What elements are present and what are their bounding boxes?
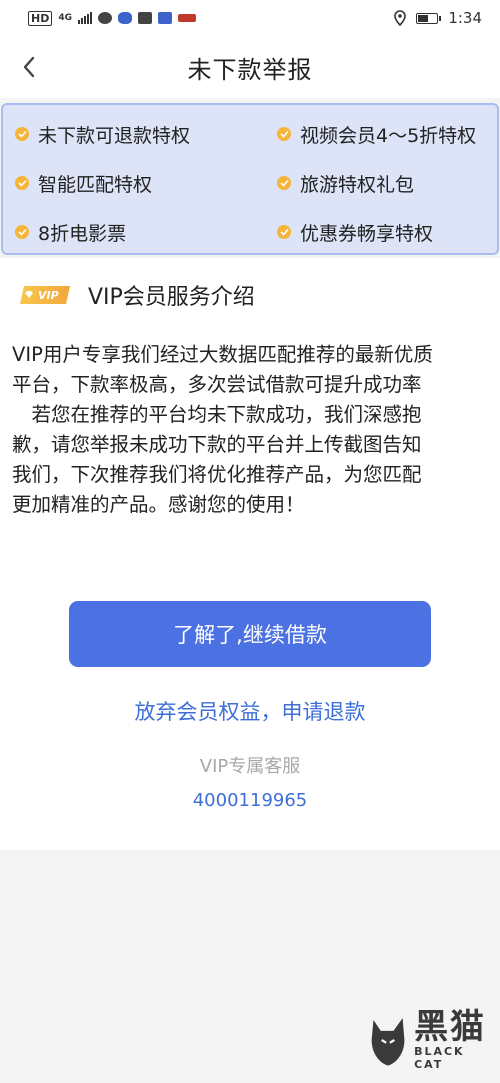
perks-panel: 未下款可退款特权 视频会员4～5折特权 智能匹配特权 旅游特权礼包 8折电影票 … <box>1 103 499 255</box>
vip-intro-card: VIP VIP会员服务介绍 VIP用户专享我们经过大数据匹配推荐的最新优质 平台… <box>0 258 500 850</box>
perk-label: 优惠券畅享特权 <box>300 222 434 245</box>
perk-item: 旅游特权礼包 <box>277 166 414 200</box>
perk-label: 智能匹配特权 <box>38 173 153 196</box>
perk-item: 未下款可退款特权 <box>15 117 190 151</box>
location-icon <box>394 10 407 26</box>
intro-line: 更加精准的产品。感谢您的使用！ <box>12 493 305 516</box>
signal-bars-icon <box>78 12 92 24</box>
section-title: VIP会员服务介绍 <box>88 285 255 310</box>
check-icon <box>15 176 29 190</box>
perk-label: 8折电影票 <box>38 222 127 245</box>
hd-indicator: HD <box>28 10 53 26</box>
check-icon <box>15 127 29 141</box>
customer-service-label: VIP专属客服 <box>199 756 301 777</box>
watermark-cn: 黑猫 <box>414 1007 487 1047</box>
intro-line: 若您在推荐的平台均未下款成功，我们深感抱 <box>12 403 422 426</box>
chevron-left-icon <box>23 56 35 78</box>
perk-item: 优惠券畅享特权 <box>277 215 433 249</box>
logo-notification-icon <box>178 14 196 22</box>
watermark-en: BLACK CAT <box>414 1045 465 1071</box>
status-left: HD 4G <box>28 10 196 26</box>
network-type: 4G <box>58 12 72 23</box>
clock: 1:34 <box>448 9 482 27</box>
svg-text:VIP: VIP <box>38 289 59 302</box>
intro-text: VIP用户专享我们经过大数据匹配推荐的最新优质 平台，下款率极高，多次尝试借款可… <box>12 340 490 520</box>
check-icon <box>277 176 291 190</box>
message-icon <box>98 12 112 24</box>
vip-badge-icon: VIP <box>20 286 70 304</box>
perk-label: 视频会员4～5折特权 <box>300 124 477 147</box>
perk-item: 8折电影票 <box>15 215 126 249</box>
intro-line: 我们，下次推荐我们将优化推荐产品，为您匹配 <box>12 463 422 486</box>
app-notification-icon <box>158 12 172 24</box>
intro-line: 歉，请您举报未成功下款的平台并上传截图告知 <box>12 433 422 456</box>
continue-borrow-button[interactable]: 了解了,继续借款 <box>69 601 431 667</box>
nav-bar: 未下款举报 <box>0 36 500 98</box>
black-cat-logo-icon <box>371 1018 405 1066</box>
watermark: 黑猫 BLACK CAT <box>368 1000 492 1080</box>
briefcase-icon <box>138 12 152 24</box>
watermark-text: 黑猫 BLACK CAT <box>414 1009 492 1071</box>
intro-line: 平台，下款率极高，多次尝试借款可提升成功率 <box>12 373 422 396</box>
check-icon <box>15 225 29 239</box>
battery-icon <box>416 12 442 24</box>
vip-header: VIP VIP会员服务介绍 <box>18 279 255 311</box>
status-right: 1:34 <box>394 9 482 27</box>
check-icon <box>277 127 291 141</box>
request-refund-link[interactable]: 放弃会员权益，申请退款 <box>0 696 500 726</box>
perk-item: 视频会员4～5折特权 <box>277 117 476 151</box>
intro-line: VIP用户专享我们经过大数据匹配推荐的最新优质 <box>12 343 433 366</box>
page-title: 未下款举报 <box>187 55 313 84</box>
check-icon <box>277 225 291 239</box>
perk-label: 旅游特权礼包 <box>300 173 415 196</box>
perk-item: 智能匹配特权 <box>15 166 152 200</box>
baidu-paw-icon <box>118 12 132 24</box>
status-bar: HD 4G 1:34 <box>0 0 500 36</box>
back-button[interactable] <box>14 52 44 82</box>
perk-label: 未下款可退款特权 <box>38 124 191 147</box>
customer-service-phone[interactable]: 4000119965 <box>0 790 500 811</box>
